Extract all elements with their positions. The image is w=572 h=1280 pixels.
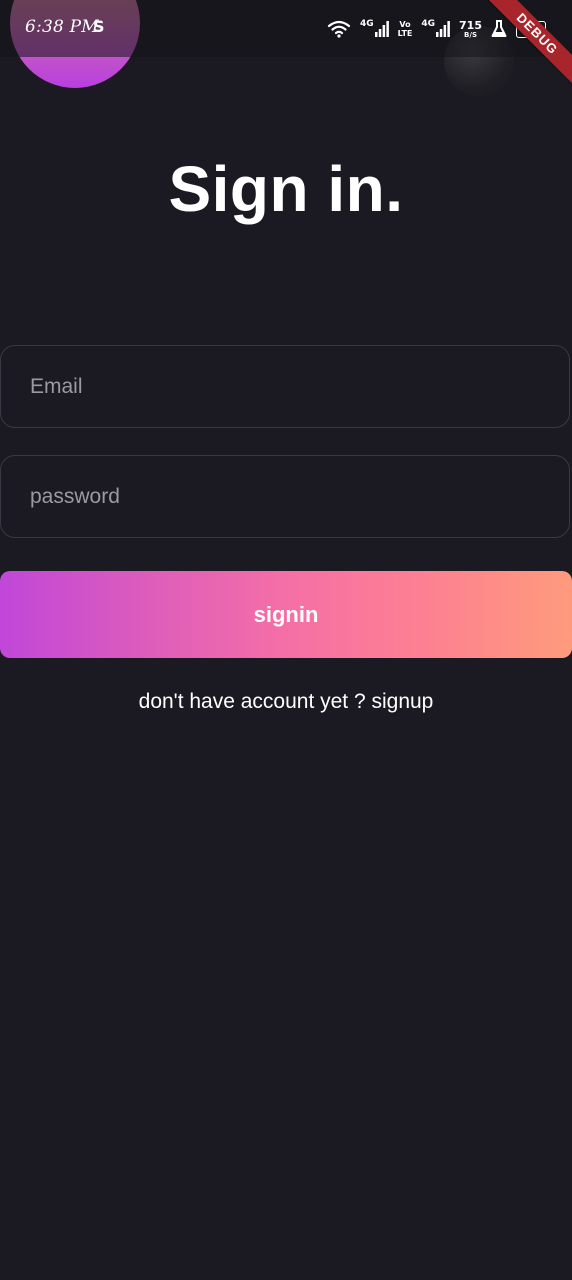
signup-link[interactable]: don't have account yet ? signup [0,690,572,714]
volte-bottom-label: LTE [397,29,413,38]
email-field-container [0,345,570,428]
network-type-label-1: 4G [360,19,374,29]
battery-icon: 100 [516,20,546,38]
signin-screen: 6:38 PM S 4G Vo LTE 4G 715 B/S 100 DEBUG… [0,0,572,1280]
password-input[interactable] [1,456,569,537]
lab-flask-icon [491,20,507,38]
status-bar: 6:38 PM S 4G Vo LTE 4G 715 B/S 100 [0,0,572,57]
network-type-label-2: 4G [421,19,436,29]
speed-value: 715 [459,18,482,32]
wifi-icon [327,19,351,39]
password-field-container [0,455,570,538]
speed-unit: B/S [464,30,477,39]
network-speed: 715 B/S [459,20,482,39]
app-notification-icon: S [93,17,105,36]
status-icons: 4G Vo LTE 4G 715 B/S 100 [327,17,546,41]
mobile-network-1: 4G [360,19,389,37]
mobile-network-2: 4G [421,19,450,37]
email-input[interactable] [1,346,569,427]
volte-top-label: Vo [399,20,411,29]
volte-indicator: Vo LTE [398,20,413,38]
status-time: 6:38 PM [25,17,99,37]
signal-icon [374,21,389,37]
page-title: Sign in. [168,153,404,225]
signal-icon [436,21,450,37]
signin-button[interactable]: signin [0,571,572,658]
